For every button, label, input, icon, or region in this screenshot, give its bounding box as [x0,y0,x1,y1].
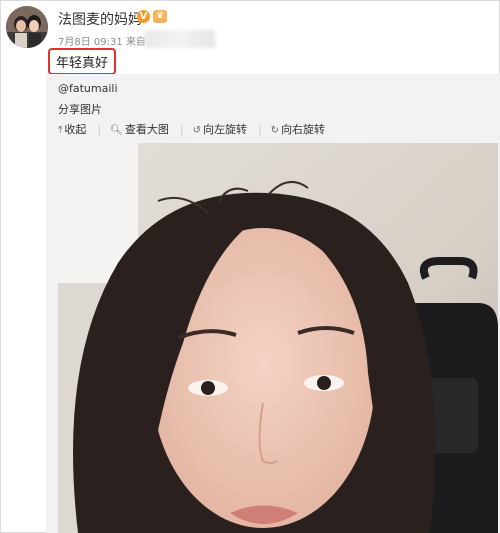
user-avatar[interactable] [6,6,48,48]
collapse-arrow-icon: ⤒ [58,125,63,136]
view-large-label: 查看大图 [124,123,169,136]
repost-handle[interactable]: @fatumaili [58,82,118,95]
rotate-left-icon: ↺ [192,125,201,136]
shared-photo[interactable] [58,143,498,533]
toolbar-divider: | [97,123,102,136]
collapse-button[interactable]: ⤒ 收起 [58,121,86,137]
view-large-button[interactable]: 🔍︎ 查看大图 [110,121,169,137]
rotate-left-label: 向左旋转 [202,123,247,136]
redacted-source [145,30,215,48]
post-timestamp[interactable]: 7月8日 09:31 来自 [58,33,146,48]
repost-subtitle: 分享图片 [58,103,102,116]
rotate-right-label: 向右旋转 [281,123,326,136]
collapse-label: 收起 [64,123,87,136]
magnifier-icon: 🔍︎ [110,125,123,136]
toolbar-divider: | [257,123,262,136]
toolbar-divider: | [179,123,184,136]
verified-badge-icon: V [137,10,150,23]
rotate-right-button[interactable]: ↻ 向右旋转 [271,121,325,137]
username[interactable]: 法图麦的妈妈 [58,9,142,29]
rotate-right-icon: ↻ [270,125,280,136]
rotate-left-button[interactable]: ↺ 向左旋转 [193,121,247,137]
image-toolbar: ⤒ 收起 | 🔍︎ 查看大图 | ↺ 向左旋转 | ↻ 向右旋转 [58,121,336,137]
post-text-highlighted: 年轻真好 [48,48,117,75]
vip-crown-icon: ♛ [153,10,167,23]
